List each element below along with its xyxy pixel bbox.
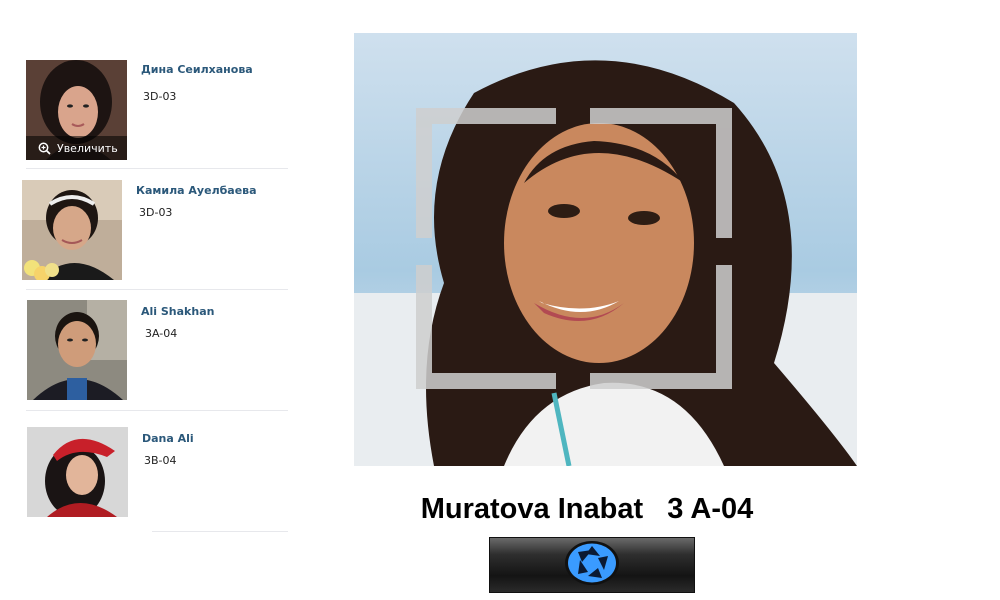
magnifier-plus-icon (38, 142, 51, 155)
separator (26, 289, 288, 290)
student-name-3[interactable]: Ali Shakhan (141, 305, 214, 318)
student-name-4[interactable]: Dana Ali (142, 432, 194, 445)
capture-button[interactable] (489, 537, 695, 593)
separator (26, 168, 288, 169)
student-name-2[interactable]: Камила Ауелбаева (136, 184, 257, 197)
student-group-1: 3D-03 (143, 90, 177, 103)
student-photo-2-image (22, 180, 122, 280)
student-photo-4[interactable] (27, 427, 128, 517)
separator (152, 531, 288, 532)
student-photo-2[interactable] (22, 180, 122, 280)
student-group-3: 3A-04 (145, 327, 178, 340)
zoom-button[interactable]: Увеличить (26, 136, 127, 160)
student-group-2: 3D-03 (139, 206, 173, 219)
student-photo-3[interactable] (27, 300, 127, 400)
student-name-1[interactable]: Дина Сеилханова (141, 63, 253, 76)
recognized-face-photo (354, 33, 857, 466)
recognized-person-caption: Muratova Inabat 3 A-04 (420, 493, 754, 525)
student-photo-4-image (27, 427, 128, 517)
separator (26, 410, 288, 411)
student-photo-3-image (27, 300, 127, 400)
student-photo-1[interactable]: Увеличить (26, 60, 127, 160)
zoom-label: Увеличить (57, 141, 118, 155)
recognized-face-image (354, 33, 857, 466)
student-group-4: 3B-04 (144, 454, 177, 467)
camera-shutter-icon (564, 540, 620, 591)
